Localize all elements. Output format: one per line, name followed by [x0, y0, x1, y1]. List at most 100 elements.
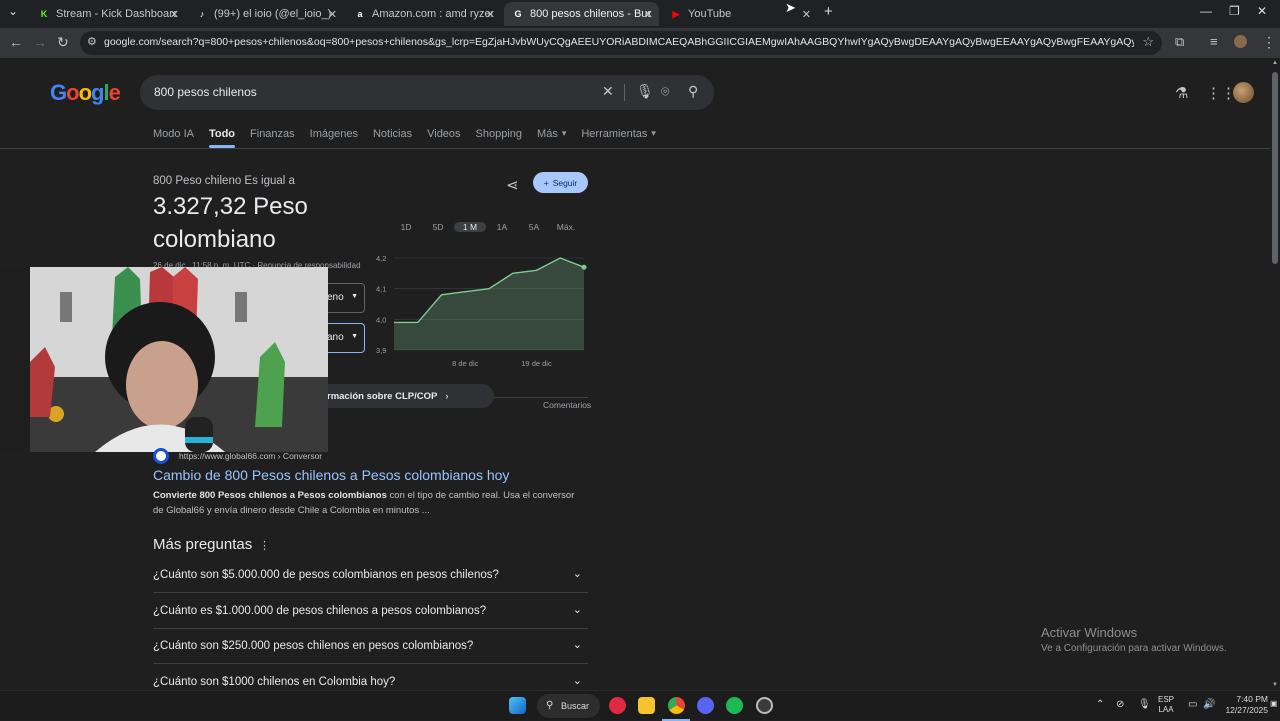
search-tab[interactable]: Herramientas — [581, 128, 647, 140]
browser-tab[interactable]: KStream - Kick Dashboard✕ — [30, 2, 185, 26]
scroll-down-icon[interactable]: ▼ — [1272, 682, 1278, 688]
follow-button[interactable]: +Seguir — [533, 172, 588, 193]
range-button[interactable]: 1A — [486, 222, 518, 232]
search-divider — [624, 84, 625, 101]
app-red-icon[interactable] — [609, 697, 626, 714]
tab-close-icon[interactable]: ✕ — [170, 8, 179, 21]
browser-tab[interactable]: ♪(99+) el ioio (@el_ioio_) | TikTok✕ — [188, 2, 343, 26]
back-icon[interactable]: ← — [9, 34, 23, 50]
app-gear-icon[interactable] — [756, 697, 773, 714]
tab-favicon-icon: ▶ — [670, 8, 682, 20]
search-tab[interactable]: Modo IA — [153, 128, 194, 140]
paa-question-text: ¿Cuánto son $5.000.000 de pesos colombia… — [153, 569, 499, 581]
result-source[interactable]: https://www.global66.com › Conversor — [153, 448, 322, 464]
search-box[interactable]: 800 pesos chilenos ✕ 🎙 ⌾ ⚲ — [140, 75, 714, 110]
tab-close-icon[interactable]: ✕ — [802, 8, 811, 21]
chevron-down-icon[interactable]: ⌄ — [573, 638, 582, 651]
share-icon[interactable]: ⋖ — [506, 176, 519, 194]
site-info-icon[interactable]: ⚙ — [87, 35, 97, 48]
tab-search-icon[interactable]: ⌄ — [8, 4, 18, 18]
file-explorer-icon[interactable] — [638, 697, 655, 714]
extensions-icon[interactable]: ⧉ — [1175, 34, 1184, 50]
tray-display-icon[interactable]: ▭ — [1188, 699, 1197, 710]
chart-x-tick-label: 19 de dic — [521, 359, 552, 368]
taskbar-search[interactable]: ⚲ Buscar — [537, 694, 600, 718]
range-button[interactable]: Máx. — [550, 222, 582, 232]
comments-link[interactable]: Comentarios — [543, 400, 591, 410]
windows-activation-watermark: Activar Windows Ve a Configuración para … — [1041, 625, 1227, 654]
new-tab-button[interactable]: + — [824, 3, 833, 20]
search-tab[interactable]: Videos — [427, 128, 460, 140]
microphone-icon[interactable]: 🎙 — [636, 83, 654, 100]
tab-favicon-icon: a — [354, 8, 366, 20]
windows-start-icon[interactable] — [509, 697, 526, 714]
paa-question[interactable]: ¿Cuánto son $1000 chilenos en Colombia h… — [153, 665, 588, 691]
dropdown-arrow-icon: ▾ — [651, 128, 656, 140]
search-tab[interactable]: Imágenes — [310, 128, 358, 140]
search-tab[interactable]: Finanzas — [250, 128, 295, 140]
tab-title: Amazon.com : amd ryzen — [372, 8, 492, 20]
more-info-link[interactable]: rmación sobre CLP/COP› — [327, 384, 494, 408]
clear-icon[interactable]: ✕ — [602, 83, 614, 100]
scrollbar-thumb[interactable] — [1272, 72, 1278, 264]
result-title-link[interactable]: Cambio de 800 Pesos chilenos a Pesos col… — [153, 467, 509, 483]
dropdown-arrow-icon: ▼ — [351, 293, 358, 300]
account-avatar[interactable] — [1233, 82, 1254, 103]
tab-close-icon[interactable]: ✕ — [644, 8, 653, 21]
range-button[interactable]: 5A — [518, 222, 550, 232]
notifications-icon[interactable]: ▣ — [1270, 699, 1278, 708]
address-bar[interactable]: ⚙ google.com/search?q=800+pesos+chilenos… — [80, 31, 1162, 55]
bookmark-star-icon[interactable]: ☆ — [1142, 34, 1154, 50]
labs-icon[interactable]: ⚗ — [1175, 84, 1188, 102]
lens-icon[interactable]: ⌾ — [661, 83, 669, 100]
minimize-icon[interactable]: — — [1200, 4, 1212, 18]
spotify-icon[interactable] — [726, 697, 743, 714]
toolbar: ← → ↻ ⚙ google.com/search?q=800+pesos+ch… — [0, 28, 1280, 58]
chart-point — [582, 265, 587, 270]
result-cite: https://www.global66.com › Conversor — [179, 451, 322, 461]
scroll-up-icon[interactable]: ▲ — [1272, 60, 1278, 66]
paa-question[interactable]: ¿Cuánto es $1.000.000 de pesos chilenos … — [153, 594, 588, 629]
language-indicator[interactable]: ESPLAA — [1158, 695, 1174, 715]
apps-icon[interactable]: ⋮⋮ — [1206, 84, 1236, 102]
menu-icon[interactable]: ⋮ — [1262, 34, 1276, 51]
url-text: google.com/search?q=800+pesos+chilenos&o… — [104, 36, 1134, 48]
tab-favicon-icon: K — [38, 8, 50, 20]
profile-avatar[interactable] — [1234, 35, 1247, 48]
tray-volume-icon[interactable]: 🔊 — [1203, 699, 1215, 710]
search-tab[interactable]: Todo — [209, 128, 235, 140]
paa-question[interactable]: ¿Cuánto son $250.000 pesos chilenos en p… — [153, 629, 588, 664]
to-currency-select[interactable]: ano▼ — [327, 323, 365, 353]
range-button[interactable]: 1D — [390, 222, 422, 232]
taskbar-clock[interactable]: 7:40 PM12/27/2025 — [1222, 694, 1268, 716]
media-icon[interactable]: ≡ — [1210, 34, 1218, 49]
tab-close-icon[interactable]: ✕ — [486, 8, 495, 21]
paa-question[interactable]: ¿Cuánto son $5.000.000 de pesos colombia… — [153, 558, 588, 593]
chrome-icon[interactable] — [668, 697, 685, 714]
chevron-down-icon[interactable]: ⌄ — [573, 674, 582, 687]
tray-mic-icon[interactable]: 🎙 — [1138, 699, 1151, 710]
range-button[interactable]: 5D — [422, 222, 454, 232]
restore-icon[interactable]: ❐ — [1229, 4, 1240, 18]
tab-close-icon[interactable]: ✕ — [328, 8, 337, 21]
tray-chevron-icon[interactable]: ⌃ — [1096, 699, 1104, 710]
forward-icon[interactable]: → — [33, 34, 47, 50]
more-options-icon[interactable]: ⋮ — [259, 539, 270, 552]
browser-tab[interactable]: a Amazon.com : amd ryzen✕ — [346, 2, 501, 26]
exchange-rate-chart[interactable]: 4,24,14,03,98 de dic19 de dic — [370, 250, 590, 370]
reload-icon[interactable]: ↻ — [57, 34, 69, 51]
search-tab[interactable]: Más — [537, 128, 558, 140]
search-input[interactable]: 800 pesos chilenos — [154, 85, 257, 99]
browser-tab[interactable]: G800 pesos chilenos - Buscar con Google✕ — [504, 2, 659, 26]
close-window-icon[interactable]: ✕ — [1257, 4, 1267, 18]
tray-network-off-icon[interactable]: ⊘ — [1116, 699, 1124, 710]
discord-icon[interactable] — [697, 697, 714, 714]
range-button[interactable]: 1 M — [454, 222, 486, 232]
search-tab[interactable]: Shopping — [476, 128, 523, 140]
from-currency-select[interactable]: eno▼ — [327, 283, 365, 313]
google-logo[interactable]: Google — [50, 80, 120, 106]
chevron-down-icon[interactable]: ⌄ — [573, 567, 582, 580]
search-tab[interactable]: Noticias — [373, 128, 412, 140]
chevron-down-icon[interactable]: ⌄ — [573, 603, 582, 616]
search-icon[interactable]: ⚲ — [688, 83, 698, 100]
